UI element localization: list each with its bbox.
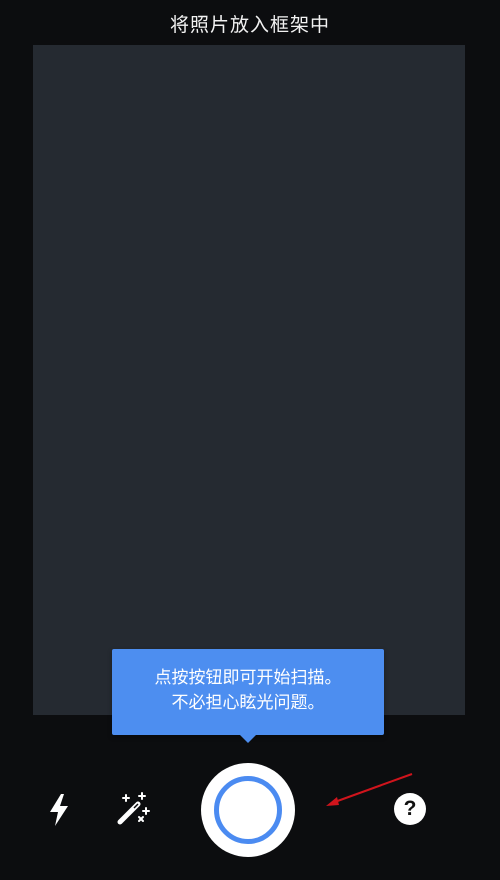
flash-button[interactable] (44, 792, 74, 828)
tooltip-pointer (239, 734, 257, 743)
flash-icon (50, 794, 68, 826)
camera-toolbar: ? (0, 760, 500, 860)
magic-wand-button[interactable] (114, 790, 152, 828)
camera-frame (33, 45, 465, 715)
shutter-icon (214, 776, 282, 844)
scan-hint-tooltip: 点按按钮即可开始扫描。 不必担心眩光问题。 (112, 649, 384, 735)
page-title: 将照片放入框架中 (169, 14, 330, 36)
scanner-screen: 将照片放入框架中 点按按钮即可开始扫描。 不必担心眩光问题。 ? (0, 0, 500, 880)
annotation-arrow-icon (326, 773, 413, 806)
tooltip-line-2: 不必担心眩光问题。 (171, 693, 325, 713)
shutter-button[interactable] (201, 763, 295, 857)
tooltip-line-1: 点按按钮即可开始扫描。 (154, 668, 342, 688)
magic-wand-icon (117, 792, 150, 825)
